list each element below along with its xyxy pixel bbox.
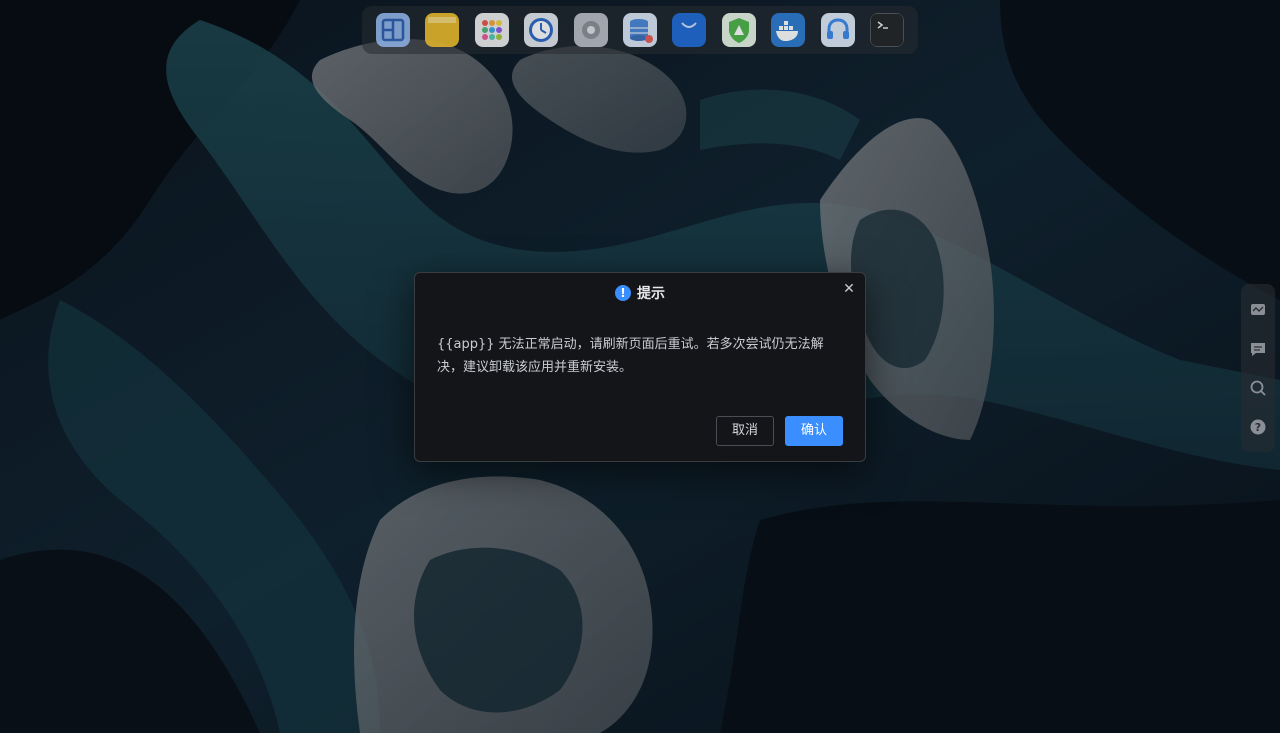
security-icon[interactable] [721,13,756,47]
dialog-header: ! 提示 [415,283,865,303]
side-toolbar: ? [1241,284,1275,452]
dialog-message: {{app}} 无法正常启动，请刷新页面后重试。若多次尝试仍无法解决，建议卸载该… [437,337,824,375]
dialog-title: 提示 [637,286,665,302]
dock [362,6,918,54]
chat-icon[interactable] [1247,338,1269,360]
help-icon[interactable]: ? [1247,416,1269,438]
cancel-button[interactable]: 取消 [716,416,774,446]
alert-dialog: ! 提示 ✕ {{app}} 无法正常启动，请刷新页面后重试。若多次尝试仍无法解… [414,272,866,462]
notes-icon[interactable] [425,13,460,47]
app-center-icon[interactable] [474,13,509,47]
terminal-icon[interactable] [870,13,905,47]
support-icon[interactable] [820,13,855,47]
close-button[interactable]: ✕ [841,281,857,297]
clock-icon[interactable] [524,13,559,47]
dialog-footer: 取消 确认 [716,416,843,446]
database-icon[interactable] [622,13,657,47]
docker-icon[interactable] [771,13,806,47]
desktop: ? ! 提示 ✕ {{app}} 无法正常启动，请刷新页面后重试。若多次尝试仍无… [0,0,1280,733]
monitor-icon[interactable] [1247,299,1269,321]
settings-icon[interactable] [573,13,608,47]
file-manager-icon[interactable] [375,13,410,47]
store-icon[interactable] [672,13,707,47]
svg-text:?: ? [1255,421,1261,434]
search-icon[interactable] [1247,377,1269,399]
warning-icon: ! [615,285,631,301]
confirm-button[interactable]: 确认 [785,416,843,446]
